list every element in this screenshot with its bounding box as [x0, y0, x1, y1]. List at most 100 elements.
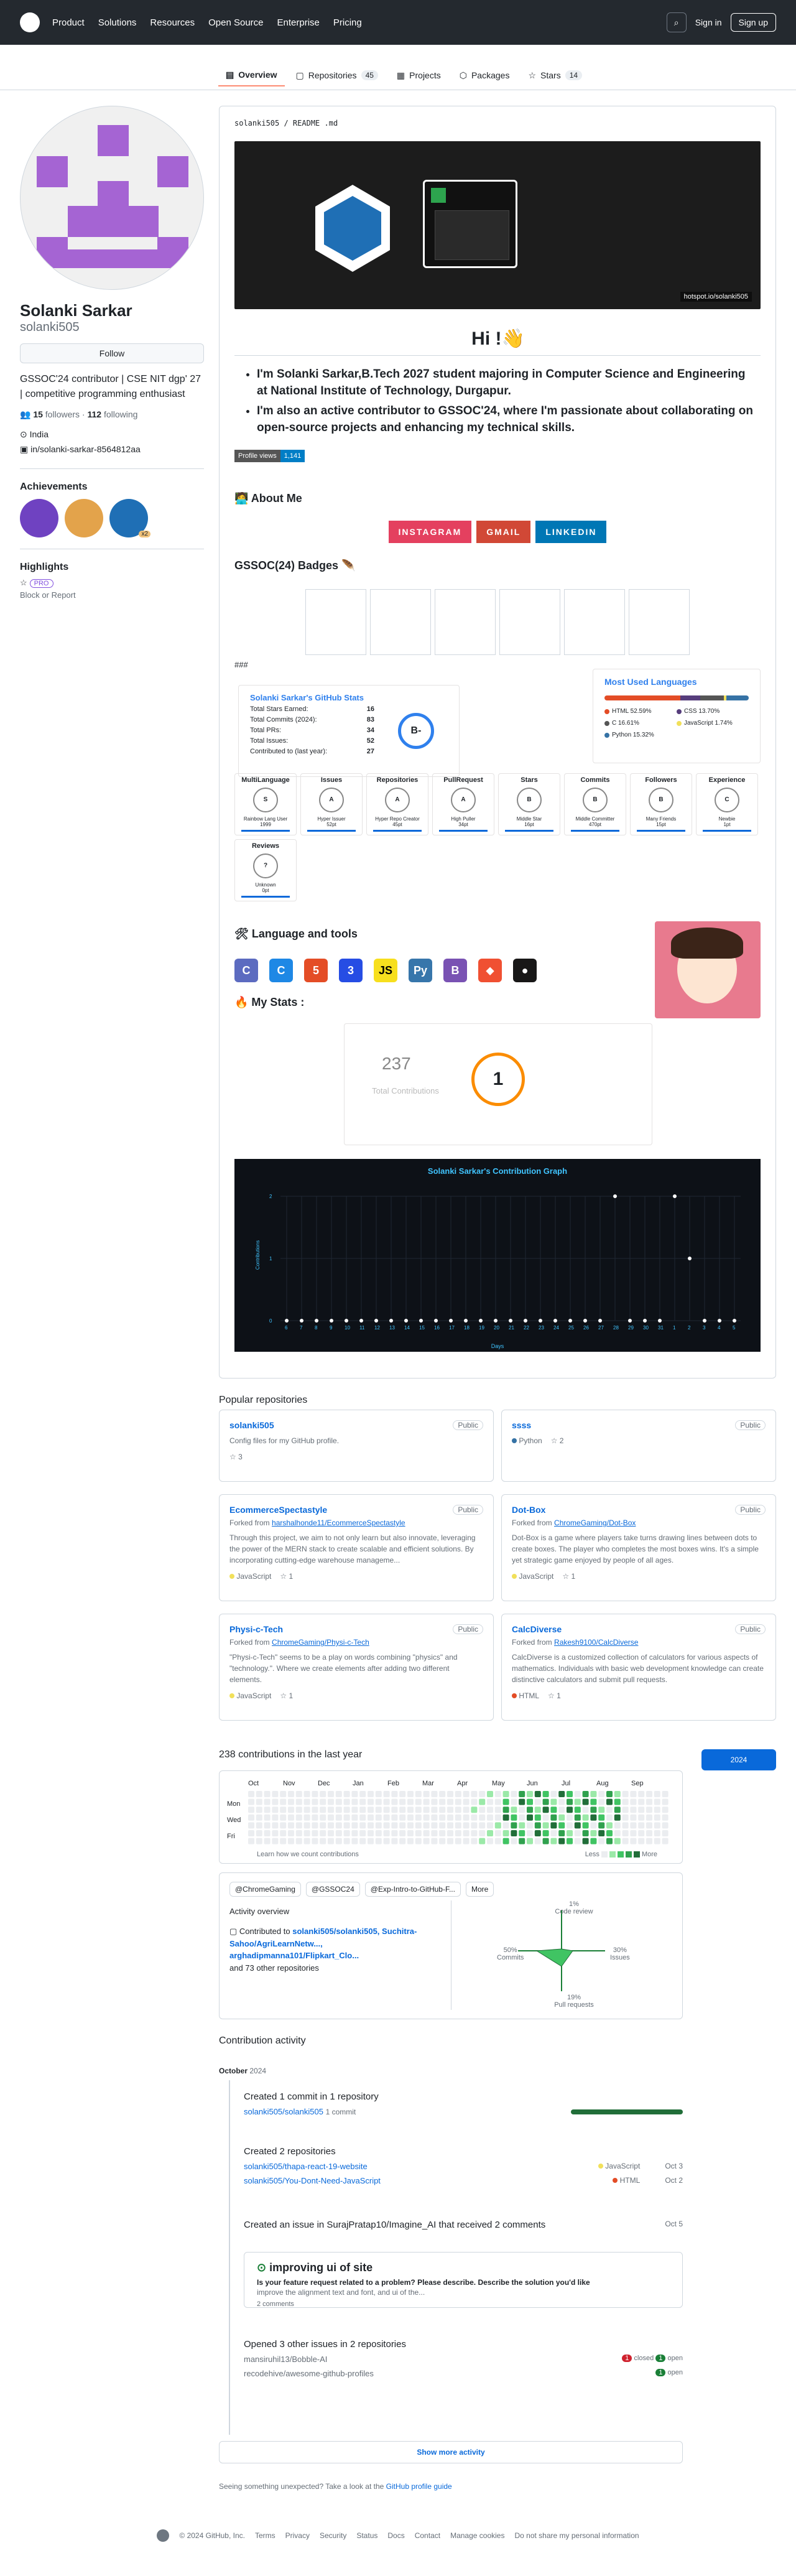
- calendar-day[interactable]: [335, 1822, 342, 1829]
- calendar-day[interactable]: [471, 1806, 478, 1813]
- calendar-day[interactable]: [534, 1822, 541, 1829]
- calendar-day[interactable]: [519, 1814, 525, 1821]
- calendar-day[interactable]: [463, 1830, 470, 1836]
- calendar-day[interactable]: [494, 1822, 501, 1829]
- calendar-day[interactable]: [527, 1838, 533, 1844]
- calendar-day[interactable]: [256, 1830, 262, 1836]
- calendar-day[interactable]: [455, 1791, 461, 1797]
- calendar-day[interactable]: [335, 1791, 342, 1797]
- calendar-day[interactable]: [558, 1838, 565, 1844]
- calendar-day[interactable]: [574, 1814, 581, 1821]
- calendar-day[interactable]: [502, 1822, 509, 1829]
- repo-name[interactable]: CalcDiverse: [512, 1624, 766, 1634]
- calendar-day[interactable]: [320, 1822, 326, 1829]
- calendar-day[interactable]: [423, 1838, 430, 1844]
- calendar-day[interactable]: [558, 1814, 565, 1821]
- calendar-day[interactable]: [407, 1814, 414, 1821]
- calendar-day[interactable]: [280, 1814, 287, 1821]
- calendar-day[interactable]: [574, 1798, 581, 1805]
- calendar-day[interactable]: [399, 1830, 406, 1836]
- calendar-day[interactable]: [248, 1838, 254, 1844]
- calendar-day[interactable]: [368, 1838, 374, 1844]
- calendar-day[interactable]: [598, 1798, 605, 1805]
- repo-stars[interactable]: ☆ 1: [548, 1691, 561, 1700]
- calendar-day[interactable]: [351, 1798, 358, 1805]
- calendar-day[interactable]: [487, 1791, 493, 1797]
- calendar-day[interactable]: [415, 1822, 422, 1829]
- calendar-day[interactable]: [431, 1791, 438, 1797]
- calendar-day[interactable]: [494, 1798, 501, 1805]
- calendar-day[interactable]: [335, 1806, 342, 1813]
- calendar-day[interactable]: [431, 1838, 438, 1844]
- calendar-day[interactable]: [439, 1806, 446, 1813]
- profile-guide-link[interactable]: GitHub profile guide: [386, 2482, 452, 2491]
- calendar-day[interactable]: [439, 1798, 446, 1805]
- calendar-day[interactable]: [335, 1814, 342, 1821]
- calendar-day[interactable]: [590, 1838, 597, 1844]
- calendar-day[interactable]: [280, 1838, 287, 1844]
- calendar-day[interactable]: [614, 1822, 621, 1829]
- calendar-day[interactable]: [248, 1806, 254, 1813]
- footer-contact[interactable]: Contact: [415, 2531, 440, 2540]
- calendar-day[interactable]: [494, 1814, 501, 1821]
- calendar-day[interactable]: [256, 1798, 262, 1805]
- calendar-day[interactable]: [264, 1798, 271, 1805]
- achievement-badge[interactable]: [65, 498, 103, 537]
- calendar-day[interactable]: [399, 1822, 406, 1829]
- calendar-day[interactable]: [638, 1830, 645, 1836]
- calendar-day[interactable]: [622, 1806, 629, 1813]
- calendar-day[interactable]: [582, 1814, 589, 1821]
- calendar-day[interactable]: [494, 1806, 501, 1813]
- calendar-day[interactable]: [662, 1806, 669, 1813]
- calendar-day[interactable]: [519, 1798, 525, 1805]
- repo-link[interactable]: solanki505/thapa-react-19-website: [244, 2162, 368, 2171]
- calendar-day[interactable]: [264, 1814, 271, 1821]
- calendar-day[interactable]: [622, 1830, 629, 1836]
- calendar-day[interactable]: [630, 1791, 637, 1797]
- repo-link[interactable]: solanki505/You-Dont-Need-JavaScript: [244, 2176, 381, 2185]
- calendar-day[interactable]: [542, 1791, 549, 1797]
- calendar-day[interactable]: [431, 1830, 438, 1836]
- calendar-day[interactable]: [630, 1814, 637, 1821]
- calendar-day[interactable]: [471, 1798, 478, 1805]
- sign-up-button[interactable]: Sign up: [730, 13, 776, 32]
- calendar-day[interactable]: [511, 1791, 517, 1797]
- calendar-day[interactable]: [527, 1806, 533, 1813]
- calendar-day[interactable]: [447, 1798, 453, 1805]
- calendar-day[interactable]: [502, 1791, 509, 1797]
- calendar-day[interactable]: [383, 1830, 390, 1836]
- calendar-day[interactable]: [359, 1798, 366, 1805]
- calendar-day[interactable]: [423, 1798, 430, 1805]
- tab-packages[interactable]: ⬡ Packages: [452, 65, 517, 86]
- calendar-day[interactable]: [567, 1830, 573, 1836]
- calendar-day[interactable]: [662, 1838, 669, 1844]
- calendar-day[interactable]: [479, 1791, 486, 1797]
- linkedin-badge[interactable]: LINKEDIN: [535, 521, 607, 543]
- calendar-day[interactable]: [471, 1822, 478, 1829]
- calendar-day[interactable]: [375, 1791, 382, 1797]
- calendar-day[interactable]: [519, 1838, 525, 1844]
- calendar-day[interactable]: [312, 1791, 318, 1797]
- calendar-day[interactable]: [455, 1838, 461, 1844]
- calendar-day[interactable]: [272, 1814, 279, 1821]
- calendar-day[interactable]: [622, 1838, 629, 1844]
- calendar-day[interactable]: [343, 1814, 350, 1821]
- year-2024-button[interactable]: 2024: [701, 1749, 776, 1770]
- calendar-day[interactable]: [511, 1798, 517, 1805]
- calendar-day[interactable]: [519, 1830, 525, 1836]
- calendar-day[interactable]: [455, 1798, 461, 1805]
- instagram-badge[interactable]: INSTAGRAM: [388, 521, 472, 543]
- calendar-day[interactable]: [582, 1798, 589, 1805]
- calendar-day[interactable]: [248, 1791, 254, 1797]
- calendar-day[interactable]: [519, 1806, 525, 1813]
- org-exp-intro[interactable]: @Exp-Intro-to-GitHub-F...: [364, 1882, 461, 1897]
- calendar-day[interactable]: [598, 1791, 605, 1797]
- calendar-day[interactable]: [638, 1814, 645, 1821]
- fork-source-link[interactable]: Rakesh9100/CalcDiverse: [554, 1638, 638, 1647]
- calendar-day[interactable]: [519, 1822, 525, 1829]
- nav-solutions[interactable]: Solutions: [98, 17, 137, 28]
- repo-stars[interactable]: ☆ 2: [551, 1436, 564, 1445]
- calendar-day[interactable]: [471, 1814, 478, 1821]
- calendar-day[interactable]: [383, 1798, 390, 1805]
- calendar-day[interactable]: [399, 1838, 406, 1844]
